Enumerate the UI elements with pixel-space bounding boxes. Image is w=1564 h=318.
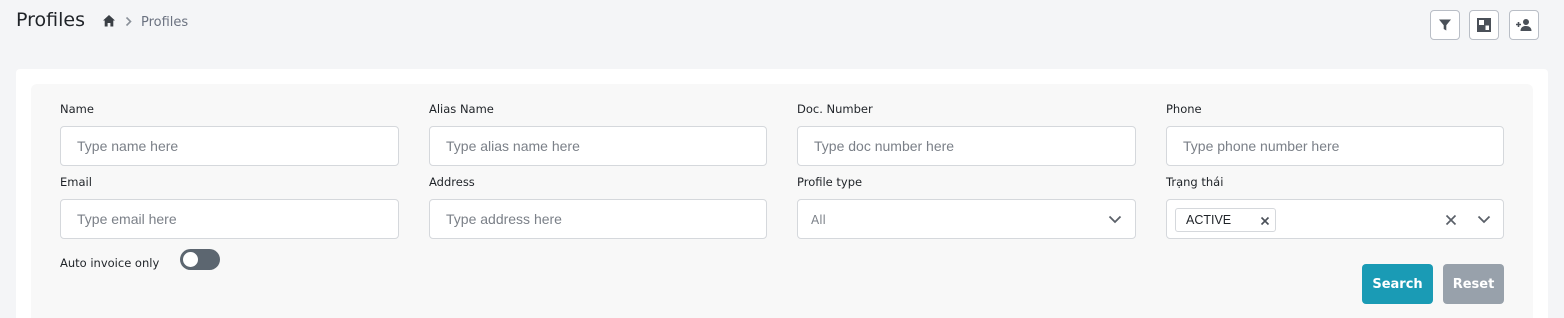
clear-icon[interactable] (1445, 214, 1457, 226)
alias-name-input[interactable] (429, 126, 767, 166)
address-label: Address (429, 175, 475, 189)
breadcrumb-current: Profiles (141, 15, 189, 30)
filter-button[interactable] (1430, 10, 1460, 40)
status-select[interactable]: ACTIVE (1166, 199, 1504, 239)
home-icon[interactable] (102, 14, 116, 28)
layout-icon (1477, 18, 1491, 32)
profile-type-label: Profile type (797, 175, 863, 189)
page-title: Profiles (16, 9, 85, 31)
chip-remove-icon[interactable] (1260, 216, 1270, 226)
name-input[interactable] (60, 126, 399, 166)
page-header: Profiles Profiles (0, 0, 1564, 60)
email-label: Email (60, 175, 92, 189)
status-chip: ACTIVE (1175, 208, 1276, 232)
reset-button[interactable]: Reset (1443, 264, 1504, 304)
status-chip-label: ACTIVE (1186, 213, 1232, 227)
add-user-icon (1516, 19, 1532, 31)
email-input[interactable] (60, 199, 399, 239)
auto-invoice-label: Auto invoice only (60, 256, 160, 270)
layout-button[interactable] (1469, 10, 1499, 40)
chevron-right-icon (125, 16, 132, 27)
doc-number-label: Doc. Number (797, 102, 873, 116)
phone-label: Phone (1166, 102, 1202, 116)
toggle-knob (183, 252, 198, 267)
name-label: Name (60, 102, 94, 116)
search-button[interactable]: Search (1362, 264, 1433, 304)
add-user-button[interactable] (1509, 10, 1539, 40)
auto-invoice-toggle[interactable] (180, 249, 220, 270)
doc-number-input[interactable] (797, 126, 1136, 166)
chevron-down-icon[interactable] (1477, 215, 1491, 224)
phone-input[interactable] (1166, 126, 1504, 166)
profile-type-select[interactable]: All (797, 199, 1136, 239)
status-label: Trạng thái (1166, 175, 1224, 189)
alias-name-label: Alias Name (429, 102, 494, 116)
chevron-down-icon (1108, 215, 1122, 224)
address-input[interactable] (429, 199, 767, 239)
filter-icon (1439, 19, 1451, 31)
profile-type-value: All (811, 213, 826, 227)
